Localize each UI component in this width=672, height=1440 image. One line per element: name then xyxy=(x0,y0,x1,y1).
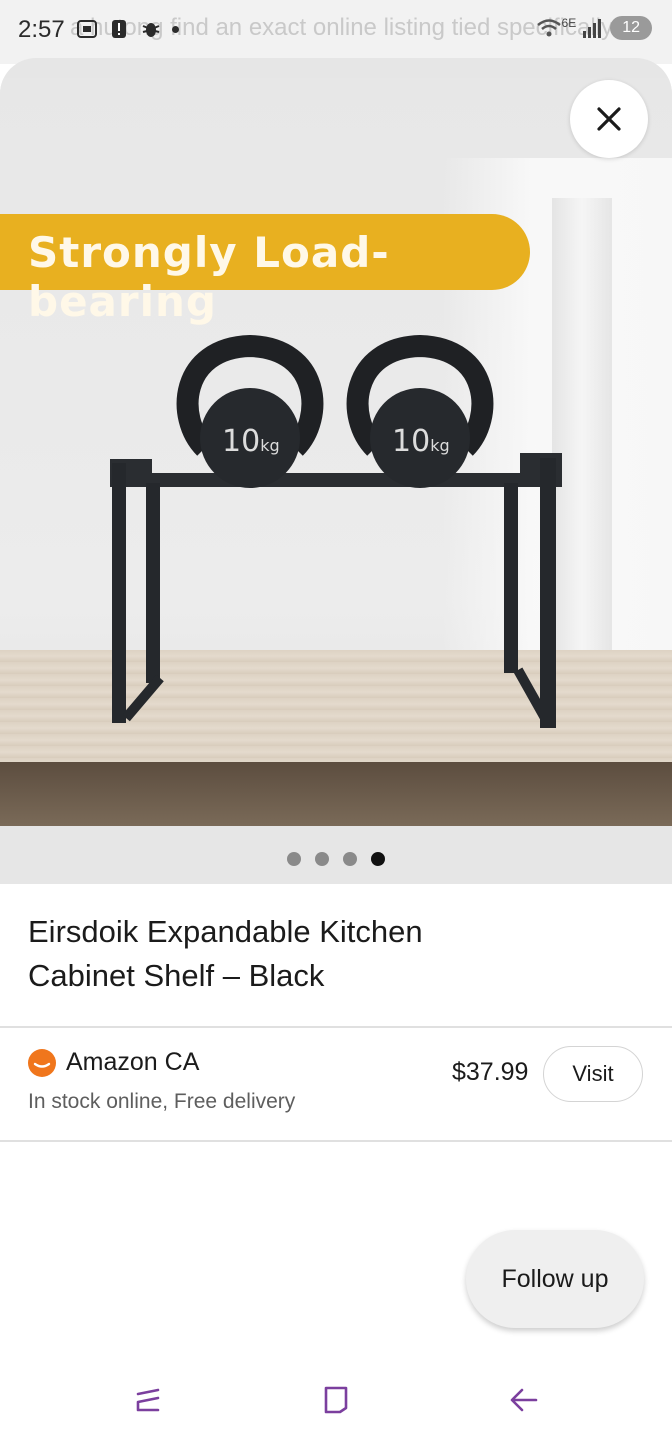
amazon-logo-icon xyxy=(28,1048,56,1077)
divider xyxy=(0,1140,672,1142)
home-button[interactable] xyxy=(316,1380,356,1420)
notification-icons xyxy=(76,18,179,40)
carousel-indicator xyxy=(0,852,672,866)
carousel-dot[interactable] xyxy=(343,852,357,866)
alert-icon xyxy=(112,20,126,38)
carousel-dot[interactable] xyxy=(315,852,329,866)
back-button[interactable] xyxy=(504,1380,544,1420)
carousel-dot[interactable] xyxy=(287,852,301,866)
network-label: 6E xyxy=(561,16,577,30)
recents-icon xyxy=(136,1388,160,1412)
status-time: 2:57 xyxy=(18,16,65,43)
navigation-bar xyxy=(0,1360,672,1440)
weight-label: 10kg xyxy=(222,424,280,459)
status-bar: a hutong find an exact online listing ti… xyxy=(0,0,672,64)
system-icons: 6E 12 xyxy=(536,16,652,40)
store-name: Amazon CA xyxy=(66,1048,200,1076)
recents-button[interactable] xyxy=(128,1380,168,1420)
divider xyxy=(0,1026,672,1028)
product-image[interactable]: Strongly Load-bearing 10kg 10kg xyxy=(0,78,672,826)
back-icon xyxy=(510,1388,538,1412)
product-image-sheet: Strongly Load-bearing 10kg 10kg xyxy=(0,58,672,884)
visit-button[interactable]: Visit xyxy=(543,1046,643,1102)
close-button[interactable] xyxy=(570,80,648,158)
home-icon xyxy=(324,1386,348,1414)
signal-icon xyxy=(583,19,602,38)
stock-status: In stock online, Free delivery xyxy=(28,1090,296,1113)
bug-icon xyxy=(142,23,160,37)
close-icon xyxy=(597,107,621,131)
screenshot-icon xyxy=(77,20,97,38)
follow-up-button[interactable]: Follow up xyxy=(466,1230,644,1328)
product-title: Eirsdoik Expandable Kitchen Cabinet Shel… xyxy=(28,914,423,993)
store-info: Amazon CA xyxy=(28,1048,199,1077)
dot-icon xyxy=(172,25,179,33)
carousel-dot-active[interactable] xyxy=(371,852,385,866)
price: $37.99 xyxy=(452,1058,529,1086)
weight-label: 10kg xyxy=(392,424,450,459)
wifi-icon xyxy=(536,19,561,37)
shelf-illustration xyxy=(110,334,562,728)
battery-indicator: 12 xyxy=(610,16,652,40)
